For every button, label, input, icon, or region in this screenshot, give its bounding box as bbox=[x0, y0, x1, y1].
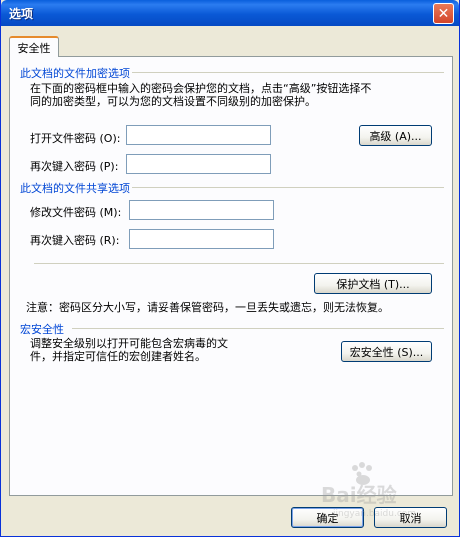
tab-security[interactable]: 安全性 bbox=[9, 36, 59, 57]
modify-password-label: 修改文件密码 (M): bbox=[30, 206, 122, 219]
macro-security-heading: 宏安全性 bbox=[20, 323, 64, 336]
open-password-field[interactable] bbox=[126, 125, 271, 145]
divider bbox=[34, 263, 444, 264]
close-icon[interactable]: ✕ bbox=[433, 3, 454, 24]
ok-button[interactable]: 确定 bbox=[291, 507, 364, 528]
cancel-button[interactable]: 取消 bbox=[374, 507, 447, 528]
open-password-label: 打开文件密码 (O): bbox=[30, 132, 121, 145]
encryption-description-line1: 在下面的密码框中输入的密码会保护您的文档，点击“高级”按钮选择不 bbox=[30, 82, 372, 95]
window-title: 选项 bbox=[9, 7, 34, 21]
protect-document-button[interactable]: 保护文档 (T)... bbox=[314, 273, 432, 294]
divider bbox=[132, 187, 444, 188]
advanced-button[interactable]: 高级 (A)... bbox=[359, 125, 432, 146]
options-dialog: 选项 ✕ 安全性 此文档的文件加密选项 在下面的密码框中输入的密码会保护您的文档… bbox=[0, 0, 460, 537]
reenter-open-password-field[interactable] bbox=[126, 154, 271, 174]
macro-security-button[interactable]: 宏安全性 (S)... bbox=[341, 341, 432, 362]
macro-description: 调整安全级别以打开可能包含宏病毒的文 件，并指定可信任的宏创建者姓名。 bbox=[30, 337, 330, 363]
sharing-heading: 此文档的文件共享选项 bbox=[20, 182, 130, 195]
reenter-open-password-label: 再次键入密码 (P): bbox=[30, 160, 119, 173]
encryption-description-line2: 同的加密类型，可以为您的文档设置不同级别的加密保护。 bbox=[30, 95, 316, 108]
reenter-modify-password-field[interactable] bbox=[129, 229, 274, 249]
password-note: 注意：密码区分大小写，请妥善保管密码，一旦丢失或遗忘，则无法恢复。 bbox=[26, 301, 389, 314]
encryption-description: 在下面的密码框中输入的密码会保护您的文档，点击“高级”按钮选择不 同的加密类型，… bbox=[30, 82, 445, 108]
macro-description-line1: 调整安全级别以打开可能包含宏病毒的文 bbox=[30, 337, 228, 350]
reenter-modify-password-label: 再次键入密码 (R): bbox=[30, 234, 120, 247]
title-bar[interactable]: 选项 ✕ bbox=[1, 0, 459, 26]
encryption-heading: 此文档的文件加密选项 bbox=[20, 67, 130, 80]
macro-description-line2: 件，并指定可信任的宏创建者姓名。 bbox=[30, 350, 206, 363]
security-tab-panel: 此文档的文件加密选项 在下面的密码框中输入的密码会保护您的文档，点击“高级”按钮… bbox=[9, 56, 453, 496]
divider bbox=[72, 328, 444, 329]
divider bbox=[132, 72, 444, 73]
modify-password-field[interactable] bbox=[129, 200, 274, 220]
